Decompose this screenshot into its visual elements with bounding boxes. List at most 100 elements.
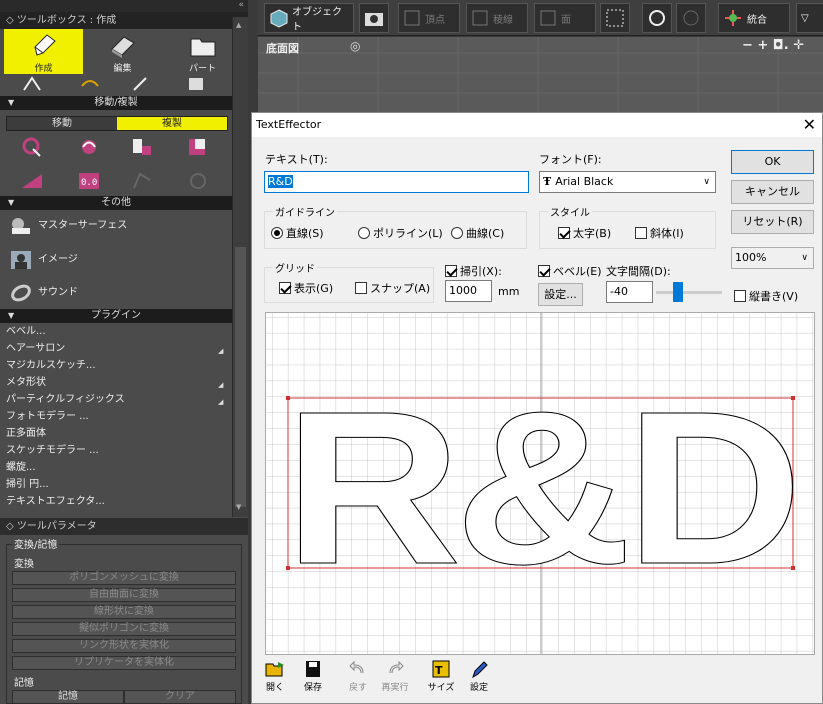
spacing-input[interactable]: -40 (606, 281, 653, 303)
tab-create[interactable]: 作成 (4, 29, 83, 74)
copy-move-icon[interactable] (20, 136, 44, 158)
object-mode-button[interactable]: オブジェクト (264, 3, 354, 33)
plugin-item[interactable]: フォトモデラー ... (6, 409, 89, 425)
font-select-value: Arial Black (555, 175, 614, 188)
edge-mode-button[interactable]: 稜線 (466, 3, 528, 33)
camera-button[interactable] (359, 3, 389, 33)
move-tool-icon[interactable] (22, 76, 42, 92)
cancel-button[interactable]: キャンセル (731, 180, 814, 204)
zoom-controls-icon[interactable]: − + ◘. ✛ (742, 38, 804, 53)
undo-button[interactable]: 戻す (343, 659, 373, 693)
view-tool-icon[interactable] (186, 76, 206, 92)
image-item[interactable]: イメージ (10, 248, 78, 272)
font-select[interactable]: Ŧ Arial Black ∨ (539, 171, 716, 193)
overflow-button[interactable]: ▽ (796, 3, 823, 33)
master-surface-item[interactable]: マスターサーフェス (10, 214, 127, 238)
text-input[interactable]: R&D (264, 171, 529, 193)
convert-group-label: 変換/記憶 (12, 536, 60, 551)
viewport-target-icon[interactable]: ◎ (350, 39, 360, 53)
bevel-settings-button[interactable]: 設定... (538, 283, 583, 306)
zoom-select[interactable]: 100% ∨ (731, 247, 814, 269)
convert-pseudo-polygon-button[interactable]: 擬似ポリゴンに変換 (12, 622, 236, 636)
scale-tool-icon[interactable] (130, 76, 150, 92)
sound-item[interactable]: サウンド (10, 281, 78, 305)
vertex-mode-button[interactable]: 頂点 (398, 3, 460, 33)
spacing-slider-track[interactable] (656, 291, 722, 294)
settings-label: 設定 (469, 683, 488, 693)
preview-canvas: R&D (266, 313, 814, 654)
memory-button[interactable]: 記憶 (12, 690, 124, 704)
bevel-checkbox[interactable]: ベベル(E) (538, 263, 602, 279)
size-button[interactable]: T サイズ (426, 659, 456, 693)
rect-select-button[interactable] (600, 3, 630, 33)
collapse-arrows-icon[interactable]: « (0, 0, 248, 12)
plugin-item[interactable]: パーティクルフィジックス (6, 392, 125, 408)
spacing-slider-thumb[interactable] (673, 282, 683, 302)
face-mode-button[interactable]: 面 (534, 3, 596, 33)
scroll-thumb[interactable] (235, 247, 246, 507)
convert-polygon-button[interactable]: ポリゴンメッシュに変換 (12, 571, 236, 585)
bold-label: 太字(B) (573, 227, 612, 240)
section-move-header[interactable]: ▼ 移動/複製 (0, 96, 232, 110)
tab-copy[interactable]: 複製 (117, 117, 227, 130)
plugin-item[interactable]: テキストエフェクタ... (6, 494, 105, 510)
plugin-item[interactable]: 螺旋... (6, 460, 36, 476)
materialize-link-button[interactable]: リンク形状を実体化 (12, 639, 236, 653)
submenu-arrow-icon: ◢ (218, 398, 224, 406)
grid-snap-checkbox[interactable]: スナップ(A) (355, 280, 430, 296)
plugin-item[interactable]: マジカルスケッチ... (6, 358, 96, 374)
italic-checkbox[interactable]: 斜体(I) (635, 225, 684, 241)
grid-group: グリッド 表示(G) スナップ(A) (264, 260, 434, 303)
copy-mirror-icon[interactable] (20, 170, 44, 192)
close-icon[interactable]: ✕ (803, 113, 816, 137)
open-button[interactable]: 開く (260, 659, 290, 693)
plugin-item[interactable]: 掃引 円... (6, 477, 49, 493)
guide-straight-label: 直線(S) (286, 227, 324, 240)
rotate-tool-icon[interactable] (80, 76, 100, 92)
clear-button[interactable]: クリア (124, 690, 236, 704)
redo-button[interactable]: 再実行 (380, 659, 410, 693)
scroll-down-icon[interactable]: ▼ (236, 503, 241, 511)
sweep-input[interactable]: 1000 (445, 280, 492, 302)
vertical-checkbox[interactable]: 縦書き(V) (734, 288, 798, 304)
bold-checkbox[interactable]: 太字(B) (558, 225, 611, 241)
guide-curve-radio[interactable]: 曲線(C) (451, 225, 504, 241)
copy-scale-icon[interactable] (130, 136, 154, 158)
convert-label: 変換 (14, 559, 34, 570)
checkbox-off-icon (635, 227, 647, 239)
materialize-replicator-button[interactable]: リプリケータを実体化 (12, 656, 236, 670)
ok-button[interactable]: OK (731, 150, 814, 174)
tab-move[interactable]: 移動 (7, 117, 117, 130)
viewport-label[interactable]: 底面図 (266, 40, 299, 56)
guide-polyline-radio[interactable]: ポリライン(L) (358, 225, 443, 241)
rotate-view-button[interactable] (642, 3, 672, 33)
plugin-item[interactable]: スケッチモデラー ... (6, 443, 99, 459)
tab-part[interactable]: パート (163, 29, 242, 74)
tab-edit[interactable]: 編集 (83, 29, 162, 74)
convert-freeform-button[interactable]: 自由曲面に変換 (12, 588, 236, 602)
save-button[interactable]: 保存 (298, 659, 328, 693)
style-group-label: スタイル (548, 204, 592, 219)
section-plugin-header[interactable]: ▼ プラグイン (0, 309, 232, 323)
copy-matrix-icon[interactable] (186, 136, 210, 158)
plugin-item[interactable]: 正多面体 (6, 426, 46, 442)
plugin-item[interactable]: メタ形状 (6, 375, 46, 391)
overflow-icon: ▽ (801, 12, 809, 24)
scroll-up-icon[interactable]: ▲ (236, 21, 241, 29)
merge-button[interactable]: 統合 (718, 3, 790, 33)
image-label: イメージ (38, 254, 78, 265)
settings-button[interactable]: 設定 (464, 659, 494, 693)
plugin-item[interactable]: ヘアーサロン (6, 341, 65, 357)
guide-straight-radio[interactable]: 直線(S) (271, 225, 324, 241)
grid-show-checkbox[interactable]: 表示(G) (279, 280, 333, 296)
text-preview[interactable]: R&D (265, 312, 815, 655)
viewport[interactable]: 底面図 ◎ − + ◘. ✛ (258, 37, 823, 117)
toolbox-scrollbar[interactable]: ▲ ▼ (232, 17, 248, 517)
copy-rotate-icon[interactable] (77, 136, 101, 158)
convert-line-button[interactable]: 線形状に変換 (12, 605, 236, 619)
sweep-checkbox[interactable]: 掃引(X): (445, 263, 502, 279)
plugin-item[interactable]: ベベル... (6, 324, 46, 340)
reset-button[interactable]: リセット(R) (731, 210, 814, 234)
copy-numeric-icon[interactable]: 0.0 (77, 170, 101, 192)
section-other-header[interactable]: ▼ その他 (0, 196, 232, 210)
